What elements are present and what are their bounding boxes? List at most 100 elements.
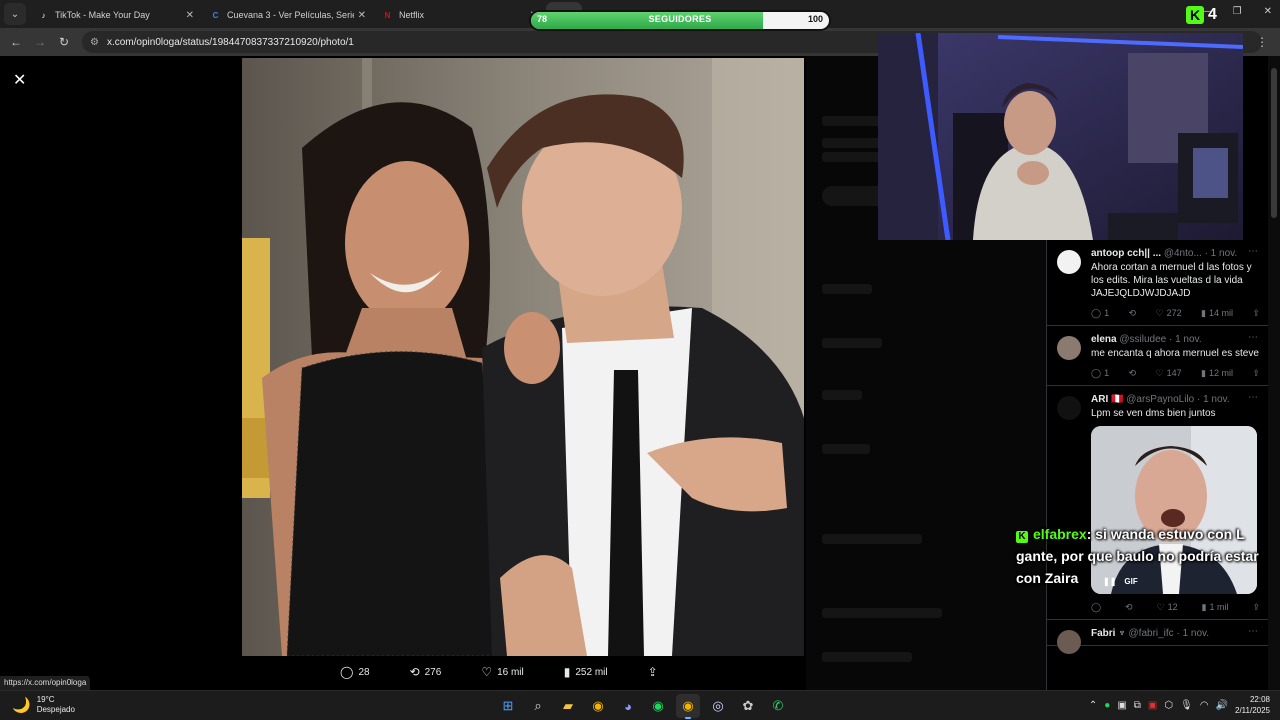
- avatar[interactable]: [1057, 336, 1081, 360]
- tray-app-icon[interactable]: ⧉: [1134, 700, 1141, 711]
- kick-logo-icon: K: [1016, 531, 1028, 543]
- chevron-up-icon[interactable]: ⌃: [1089, 700, 1097, 711]
- heart-icon: ♡: [1156, 602, 1165, 612]
- avatar[interactable]: [1057, 630, 1081, 654]
- avatar[interactable]: [1057, 250, 1081, 274]
- hover-link-status: https://x.com/opin0loga: [0, 676, 91, 690]
- netflix-icon: N: [384, 10, 391, 20]
- tab-netflix[interactable]: N Netflix ✕: [374, 2, 546, 28]
- repost-button[interactable]: ⟲: [1129, 368, 1137, 379]
- share-icon[interactable]: ⇪: [1252, 308, 1260, 319]
- reload-icon[interactable]: ↻: [52, 35, 76, 49]
- views-button[interactable]: ▮ 1 mil: [1202, 602, 1229, 613]
- screen: ⌄ ♪ TikTok - Make Your Day ✕ C Cuevana 3…: [0, 0, 1280, 720]
- volume-icon[interactable]: 🔊: [1216, 700, 1228, 711]
- comment-icon: ◯: [340, 665, 354, 679]
- share-icon[interactable]: ⇪: [1252, 368, 1260, 379]
- repost-button[interactable]: ⟲: [1125, 602, 1133, 613]
- reply-author[interactable]: elena: [1091, 334, 1117, 345]
- view-count: 252 mil: [575, 666, 608, 678]
- view-count: 12 mil: [1208, 368, 1233, 378]
- share-icon[interactable]: ⇪: [1252, 602, 1260, 613]
- close-tab-icon[interactable]: ✕: [358, 10, 366, 21]
- site-info-icon[interactable]: ⚙: [90, 37, 99, 48]
- file-explorer-icon[interactable]: ▰: [556, 694, 580, 718]
- spotify-tray-icon[interactable]: ●: [1104, 700, 1110, 711]
- reply-count: 1: [1104, 308, 1110, 318]
- reply-item[interactable]: ⋯ Fabri ♆ @fabri_ifc · 1 nov.: [1047, 620, 1268, 654]
- tray-app-icon[interactable]: ▣: [1148, 700, 1157, 711]
- share-button[interactable]: ⇪: [648, 665, 658, 679]
- repost-icon: ⟲: [1128, 308, 1137, 318]
- chrome-active-icon[interactable]: ◉: [676, 694, 700, 719]
- spotify-icon[interactable]: ◉: [646, 694, 670, 718]
- repost-count: 276: [424, 666, 442, 678]
- reply-button[interactable]: ◯ 28: [340, 665, 370, 679]
- close-tab-icon[interactable]: ✕: [186, 10, 194, 21]
- repost-button[interactable]: ⟲ 276: [410, 665, 442, 679]
- tab-tiktok[interactable]: ♪ TikTok - Make Your Day ✕: [30, 2, 202, 28]
- more-icon[interactable]: ⋯: [1248, 626, 1258, 637]
- like-button[interactable]: ♡ 147: [1155, 368, 1181, 379]
- whatsapp-icon[interactable]: ✆: [766, 694, 790, 718]
- moon-icon: 🌙: [12, 697, 31, 714]
- webcam-illustration: [878, 33, 1243, 240]
- reply-item[interactable]: ⋯ antoop cch|| ... @4nto... · 1 nov. Aho…: [1047, 240, 1268, 326]
- close-window-icon[interactable]: ✕: [1264, 6, 1272, 17]
- reply-button[interactable]: ◯: [1091, 602, 1101, 613]
- reply-author[interactable]: ARI 🇵🇪: [1091, 394, 1123, 405]
- heart-icon: ♡: [1155, 368, 1164, 378]
- restore-icon[interactable]: ❐: [1233, 6, 1242, 17]
- search-icon[interactable]: ⌕: [526, 694, 550, 718]
- views-button[interactable]: ▮ 12 mil: [1201, 368, 1233, 379]
- tray-app-icon[interactable]: ▣: [1117, 700, 1126, 711]
- tray-app-icon[interactable]: ⬡: [1164, 700, 1173, 711]
- like-count: 16 mil: [497, 666, 524, 678]
- reply-count: 28: [358, 666, 370, 678]
- more-icon[interactable]: ⋯: [1248, 392, 1258, 403]
- like-count: 12: [1167, 602, 1178, 612]
- like-button[interactable]: ♡ 16 mil: [481, 665, 523, 679]
- avatar[interactable]: [1057, 396, 1081, 420]
- scroll-thumb[interactable]: [1271, 68, 1277, 218]
- browser-menu-icon[interactable]: ⋮: [1256, 35, 1268, 49]
- kick-viewer-badge: K 4: [1186, 6, 1217, 24]
- view-count: 14 mil: [1208, 308, 1233, 318]
- obs-icon[interactable]: ◎: [706, 694, 730, 718]
- views-button[interactable]: ▮ 14 mil: [1201, 308, 1233, 319]
- tab-search-button[interactable]: ⌄: [4, 3, 26, 25]
- chrome-icon[interactable]: ◉: [586, 694, 610, 718]
- forward-icon[interactable]: →: [28, 35, 52, 49]
- like-button[interactable]: ♡ 272: [1155, 308, 1181, 319]
- more-icon[interactable]: ⋯: [1248, 246, 1258, 257]
- app-icon[interactable]: ✿: [736, 694, 760, 718]
- tab-cuevana[interactable]: C Cuevana 3 - Ver Películas, Series ✕: [202, 2, 374, 28]
- repost-icon: ⟲: [409, 665, 420, 679]
- page-scrollbar[interactable]: [1268, 56, 1280, 690]
- reply-button[interactable]: ◯ 1: [1091, 308, 1109, 319]
- mic-icon[interactable]: 🎙: [1180, 700, 1193, 711]
- repost-button[interactable]: ⟲: [1129, 308, 1137, 319]
- reply-time: · 1 nov.: [1196, 394, 1230, 405]
- start-icon[interactable]: ⊞: [496, 694, 520, 718]
- followers-target: 100: [807, 14, 823, 24]
- streamer-webcam: [878, 33, 1243, 240]
- views-button[interactable]: ▮ 252 mil: [564, 665, 608, 679]
- reply-item[interactable]: ⋯ elena @ssiludee · 1 nov. me encanta q …: [1047, 326, 1268, 386]
- close-icon[interactable]: ✕: [13, 70, 26, 90]
- weather-widget[interactable]: 🌙 19°C Despejado: [12, 695, 75, 715]
- reply-author[interactable]: Fabri ♆: [1091, 628, 1126, 639]
- heart-icon: ♡: [1155, 308, 1164, 318]
- reply-button[interactable]: ◯ 1: [1091, 368, 1109, 379]
- reply-text: Lpm se ven dms bien juntos: [1091, 408, 1216, 419]
- more-icon[interactable]: ⋯: [1248, 332, 1258, 343]
- clock-time: 22:08: [1249, 695, 1270, 704]
- system-clock[interactable]: 22:08 2/11/2025: [1235, 694, 1270, 716]
- back-icon[interactable]: ←: [4, 35, 28, 49]
- post-photo[interactable]: [242, 58, 804, 656]
- wifi-icon[interactable]: ◠: [1200, 700, 1209, 711]
- replies-column: ⋯ antoop cch|| ... @4nto... · 1 nov. Aho…: [1046, 240, 1268, 690]
- reply-author[interactable]: antoop cch|| ...: [1091, 248, 1161, 259]
- discord-icon[interactable]: ◕: [616, 694, 640, 718]
- like-button[interactable]: ♡ 12: [1157, 602, 1178, 613]
